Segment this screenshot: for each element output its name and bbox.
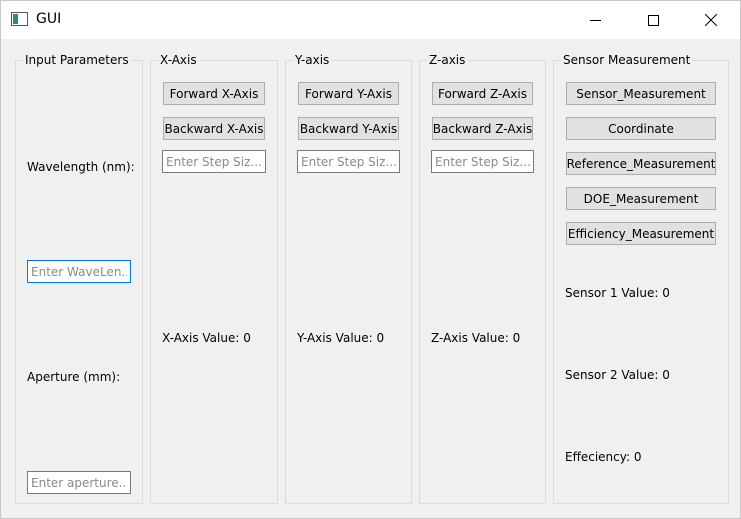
forward-y-axis-button[interactable]: Forward Y-Axis (298, 82, 399, 105)
wavelength-input[interactable] (27, 260, 131, 283)
backward-y-axis-button[interactable]: Backward Y-Axis (298, 117, 399, 140)
maximize-button[interactable] (630, 1, 676, 39)
doe-measurement-button[interactable]: DOE_Measurement (566, 187, 716, 210)
app-icon (11, 12, 28, 26)
aperture-label: Aperture (mm): (27, 370, 121, 384)
minimize-icon (589, 19, 601, 21)
y-axis-title: Y-axis (293, 53, 332, 67)
aperture-input[interactable] (27, 471, 131, 494)
z-axis-value: Z-Axis Value: 0 (431, 331, 521, 345)
reference-measurement-button[interactable]: Reference_Measurement (566, 152, 716, 175)
y-axis-value: Y-Axis Value: 0 (297, 331, 385, 345)
sensor-2-value: Sensor 2 Value: 0 (565, 368, 670, 382)
sensor-measurement-title: Sensor Measurement (561, 53, 693, 67)
sensor-1-value: Sensor 1 Value: 0 (565, 286, 670, 300)
backward-z-axis-button[interactable]: Backward Z-Axis (432, 117, 533, 140)
minimize-button[interactable] (572, 1, 618, 39)
close-icon (705, 14, 717, 26)
y-step-size-input[interactable] (297, 150, 400, 173)
forward-x-axis-button[interactable]: Forward X-Axis (163, 82, 265, 105)
maximize-icon (647, 14, 659, 26)
z-step-size-input[interactable] (431, 150, 534, 173)
efficiency-measurement-button[interactable]: Efficiency_Measurement (566, 222, 716, 245)
app-window: GUI Input Parameters Wavelength (nm): Ap… (0, 0, 741, 519)
efficiency-value: Effeciency: 0 (565, 450, 642, 464)
wavelength-label: Wavelength (nm): (27, 160, 135, 174)
window-title: GUI (36, 11, 62, 27)
backward-x-axis-button[interactable]: Backward X-Axis (163, 117, 265, 140)
coordinate-button[interactable]: Coordinate (566, 117, 716, 140)
sensor-measurement-button[interactable]: Sensor_Measurement (566, 82, 716, 105)
title-bar[interactable]: GUI (1, 1, 740, 39)
x-step-size-input[interactable] (162, 150, 266, 173)
x-axis-title: X-Axis (158, 53, 199, 67)
x-axis-value: X-Axis Value: 0 (162, 331, 251, 345)
input-parameters-title: Input Parameters (23, 53, 131, 67)
forward-z-axis-button[interactable]: Forward Z-Axis (432, 82, 533, 105)
z-axis-title: Z-axis (427, 53, 468, 67)
close-button[interactable] (688, 1, 734, 39)
